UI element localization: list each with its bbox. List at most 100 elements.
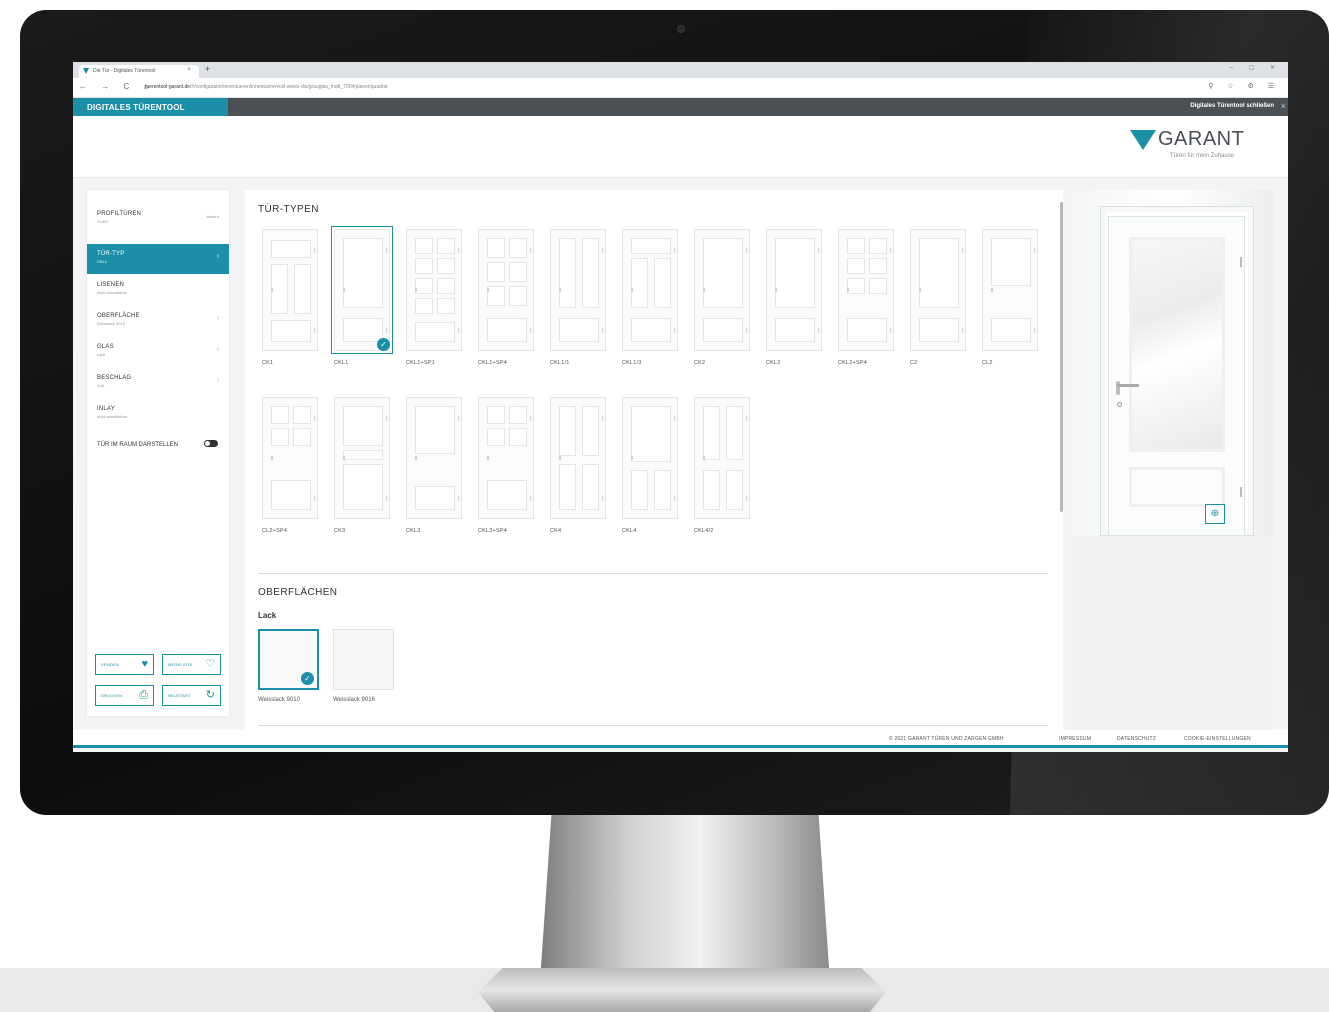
new-tab-button[interactable]: + [205,64,210,74]
door-pane [487,238,505,258]
browser-tab[interactable]: Die Tür - Digitales Türentool × [79,65,199,78]
door-handle-mark [703,456,705,460]
browser-toolbar-icons[interactable]: ⚲ ☆ ⚙ ☰ [1208,82,1280,90]
main-scrollbar[interactable] [1060,202,1063,512]
door-pane [343,464,383,510]
room-view-toggle[interactable] [204,440,218,447]
door-type-cl2-sp4[interactable] [260,395,320,521]
restart-button[interactable]: NEUSTART ↻ [162,685,221,706]
door-handle-mark [559,456,561,460]
browser-nav-icons[interactable]: ← → C ⌂ [79,82,154,91]
door-type-ckl4-2[interactable] [692,395,752,521]
url-field[interactable]: tuerentool-garant.de/#/configurator/inne… [145,84,388,90]
chevron-right-icon: › [216,377,219,384]
door-pane [509,406,527,424]
door-type-ckl2-sp4[interactable] [836,227,896,353]
footer-link-cookie[interactable]: COOKIE-EINSTELLUNGEN [1184,736,1251,742]
door-type-label: CK4 [550,528,562,534]
monitor-stand-neck [540,812,830,982]
surfaces-subheading: Lack [258,611,277,620]
change-link[interactable]: ändern [207,214,219,219]
door-pane [582,406,599,456]
monitor-stand-base [478,968,886,1012]
door-pane [559,464,576,510]
door-pane [847,258,865,274]
door-handle-mark [919,288,921,292]
wishlist-button[interactable]: MERKLISTE ♡ [162,654,221,675]
hinge [602,496,603,501]
tab-title: Die Tür - Digitales Türentool [93,68,156,74]
close-icon[interactable]: × [1281,101,1286,111]
door-pane [631,470,648,510]
door-pane [775,238,815,308]
door-type-ckl1[interactable]: ✓ [331,226,393,354]
door-type-ck2[interactable] [692,227,752,353]
door-type-label: CKL2 [766,360,781,366]
sidebar-item-tuer-typ[interactable]: TÜR-TYP CKL1 › [87,244,229,274]
door-pane [559,406,576,456]
door-type-ckl1-3[interactable] [620,227,680,353]
hinge [674,328,675,333]
tab-close-icon[interactable]: × [187,67,191,73]
sidebar-item-inlay[interactable]: INLAY nicht auswählbar [87,399,229,429]
print-button[interactable]: DRUCKEN ⎙ [95,685,154,706]
door-thumbnail [334,229,390,351]
door-pane [271,320,311,342]
door-pane [415,238,433,254]
surface-swatch-weisslack-9016[interactable] [333,629,394,690]
sidebar-item-profiltueren[interactable]: PROFILTÜREN CUBE ändern [87,204,229,234]
door-type-cl2[interactable] [980,227,1040,353]
door-pane [631,318,671,342]
door-type-ckl1-sp4[interactable] [476,227,536,353]
door-type-ck4[interactable] [548,395,608,521]
restart-button-label: NEUSTART [168,693,191,698]
sidebar-item-beschlag[interactable]: BESCHLAG Soft › [87,368,229,398]
hinge [386,496,387,501]
door-thumbnail [478,229,534,351]
door-pane [271,240,311,258]
sidebar-item-glas[interactable]: GLAS Lipsi › [87,337,229,367]
door-type-ckl1-sp1[interactable] [404,227,464,353]
door-pane [703,470,720,510]
send-button[interactable]: SENDEN ♥ [95,654,154,675]
hinge [602,248,603,253]
door-type-ckl2[interactable] [764,227,824,353]
brand-tagline: Türen für mein Zuhause [1170,153,1235,159]
door-bottom-panel [1129,467,1225,507]
door-pane [869,278,887,294]
close-tool-link[interactable]: Digitales Türentool schließen [1190,103,1274,109]
hinge [890,248,891,253]
surface-label: Weisslack 9016 [333,697,375,703]
door-pane [343,450,383,460]
door-type-ckl3-sp4[interactable] [476,395,536,521]
door-type-label: CL2+SP4 [262,528,288,534]
address-bar: ← → C ⌂ tuerentool-garant.de/#/configura… [73,78,1288,98]
footer-link-datenschutz[interactable]: DATENSCHUTZ [1117,736,1156,742]
door-type-label: CK1 [262,360,274,366]
door-type-ck1[interactable] [260,227,320,353]
door-handle-mark [415,456,417,460]
door-thumbnail [622,397,678,519]
door-type-ckl1-1[interactable] [548,227,608,353]
door-thumbnail [478,397,534,519]
hinge [386,248,387,253]
door-thumbnail [262,397,318,519]
window-controls[interactable]: – ▢ ✕ [1230,64,1282,71]
door-thumbnail [838,229,894,351]
url-path: /#/configurator/innentueren/innentueren/… [190,84,388,90]
door-type-c2[interactable] [908,227,968,353]
door-type-ck3[interactable] [332,395,392,521]
footer-link-impressum[interactable]: IMPRESSUM [1059,736,1091,742]
sidebar-item-lisenen[interactable]: LISENEN nicht auswählbar [87,275,229,305]
check-icon: ✓ [377,338,390,351]
check-icon: ✓ [301,672,314,685]
hinge [530,328,531,333]
door-pane [437,238,455,254]
door-type-ckl3[interactable] [404,395,464,521]
door-type-ckl4[interactable] [620,395,680,521]
app-top-bar: DIGITALES TÜRENTOOL Digitales Türentool … [73,98,1288,116]
section-divider [258,573,1048,574]
sidebar-item-oberflaeche[interactable]: OBERFLÄCHE Weisslack 9010 › [87,306,229,336]
surface-swatch-weisslack-9010[interactable]: ✓ [258,629,319,690]
zoom-in-icon[interactable]: ⊕ [1205,504,1225,524]
